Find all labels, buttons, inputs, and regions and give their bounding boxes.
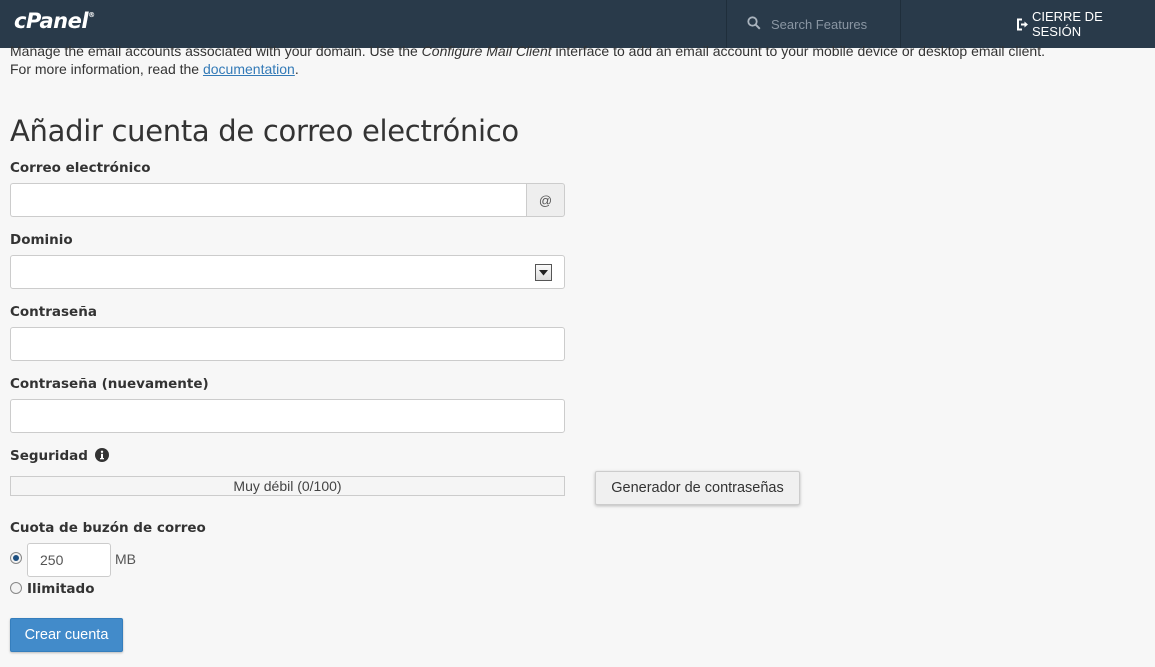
security-label-text: Seguridad	[10, 448, 88, 464]
quota-label: Cuota de buzón de correo	[10, 520, 206, 536]
password-label: Contraseña	[10, 304, 97, 320]
password-again-label: Contraseña (nuevamente)	[10, 376, 209, 392]
chevron-down-icon[interactable]	[535, 264, 552, 281]
search-icon[interactable]	[747, 16, 761, 30]
intro-text-part: .	[294, 61, 299, 77]
dropdown-arrow-glyph	[539, 269, 548, 275]
unlimited-label[interactable]: Ilimitado	[27, 581, 94, 597]
search-input[interactable]	[771, 14, 891, 34]
cpanel-logo[interactable]: cPanel®	[14, 9, 95, 33]
intro-text-part: interface to add an email account to you…	[551, 43, 1046, 59]
search-features	[726, 0, 901, 48]
registered-mark: ®	[88, 11, 95, 19]
intro-text-part: For more information, read the	[10, 61, 203, 77]
quota-unlimited-radio[interactable]	[10, 582, 22, 594]
quota-unit: MB	[115, 551, 136, 567]
intro-line-1: Manage the email accounts associated wit…	[10, 42, 1140, 60]
page-title: Añadir cuenta de correo electrónico	[10, 114, 519, 148]
create-account-button[interactable]: Crear cuenta	[10, 618, 123, 652]
password-field[interactable]	[10, 327, 565, 361]
logout-label: CIERRE DE SESIÓN	[1031, 9, 1103, 39]
intro-line-2: For more information, read the documenta…	[10, 60, 1140, 78]
at-sign-addon: @	[526, 183, 565, 217]
email-field[interactable]	[10, 183, 527, 217]
quota-limited-radio[interactable]	[10, 552, 22, 564]
brand-name: cPanel	[14, 9, 89, 33]
password-strength-meter: Muy débil (0/100)	[10, 476, 565, 496]
intro-emphasis: Configure Mail Client	[421, 43, 552, 59]
intro-text-part: Manage the email accounts associated wit…	[10, 43, 422, 59]
logout-link[interactable]: CIERRE DE SESIÓN	[1016, 0, 1155, 48]
email-label: Correo electrónico	[10, 160, 151, 176]
logout-icon	[1016, 18, 1028, 30]
domain-select[interactable]	[10, 255, 565, 289]
documentation-link[interactable]: documentation	[203, 61, 295, 77]
password-again-field[interactable]	[10, 399, 565, 433]
security-label: Seguridad	[10, 448, 109, 464]
password-strength-text: Muy débil (0/100)	[233, 478, 342, 494]
email-input-group: @	[10, 183, 565, 217]
top-navbar: cPanel® CIERRE DE SESIÓN	[0, 0, 1155, 48]
intro-text: Manage the email accounts associated wit…	[10, 42, 1140, 78]
quota-input[interactable]	[27, 543, 111, 577]
password-generator-button[interactable]: Generador de contraseñas	[595, 471, 800, 505]
info-icon[interactable]	[94, 448, 109, 462]
domain-label: Dominio	[10, 232, 73, 248]
